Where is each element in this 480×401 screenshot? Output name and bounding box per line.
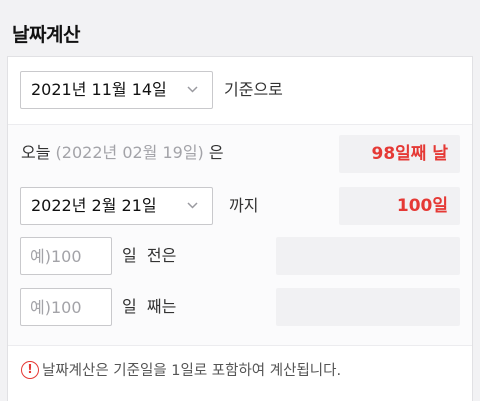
today-particle: 은 xyxy=(208,143,224,162)
target-date-select[interactable]: 2022년 2월 21일 xyxy=(20,187,213,225)
today-date: (2022년 02월 19일) xyxy=(55,143,204,162)
chevron-down-icon xyxy=(187,202,198,209)
base-date-value: 2021년 11월 14일 xyxy=(31,80,167,99)
chevron-down-icon xyxy=(187,86,198,93)
base-suffix-label: 기준으로 xyxy=(224,80,283,99)
notice-text: 날짜계산은 기준일을 1일로 포함하여 계산됩니다. xyxy=(42,363,342,379)
nth-day-result xyxy=(276,288,460,326)
nth-day-label: 일 째는 xyxy=(122,297,177,316)
base-date-section: 2021년 11월 14일 기준으로 xyxy=(8,57,472,125)
days-before-label: 일 전은 xyxy=(122,246,177,265)
days-before-result xyxy=(276,237,460,275)
days-before-input[interactable] xyxy=(20,237,112,275)
notice-bar: ! 날짜계산은 기준일을 1일로 포함하여 계산됩니다. xyxy=(8,345,472,401)
page-title: 날짜계산 xyxy=(12,24,80,46)
until-result: 100일 xyxy=(339,187,460,225)
header: 날짜계산 xyxy=(0,0,480,56)
today-label: 오늘 (2022년 02월 19일) 은 xyxy=(21,143,224,163)
exclamation-icon: ! xyxy=(21,361,39,379)
until-suffix-label: 까지 xyxy=(229,196,259,215)
nth-day-input[interactable] xyxy=(20,288,112,326)
base-date-select[interactable]: 2021년 11월 14일 xyxy=(20,71,213,109)
today-prefix: 오늘 xyxy=(21,143,51,162)
date-calculator-card: 2021년 11월 14일 기준으로 오늘 (2022년 02월 19일) 은 … xyxy=(7,56,473,401)
today-result: 98일째 날 xyxy=(339,135,460,173)
target-date-value: 2022년 2월 21일 xyxy=(31,196,157,215)
